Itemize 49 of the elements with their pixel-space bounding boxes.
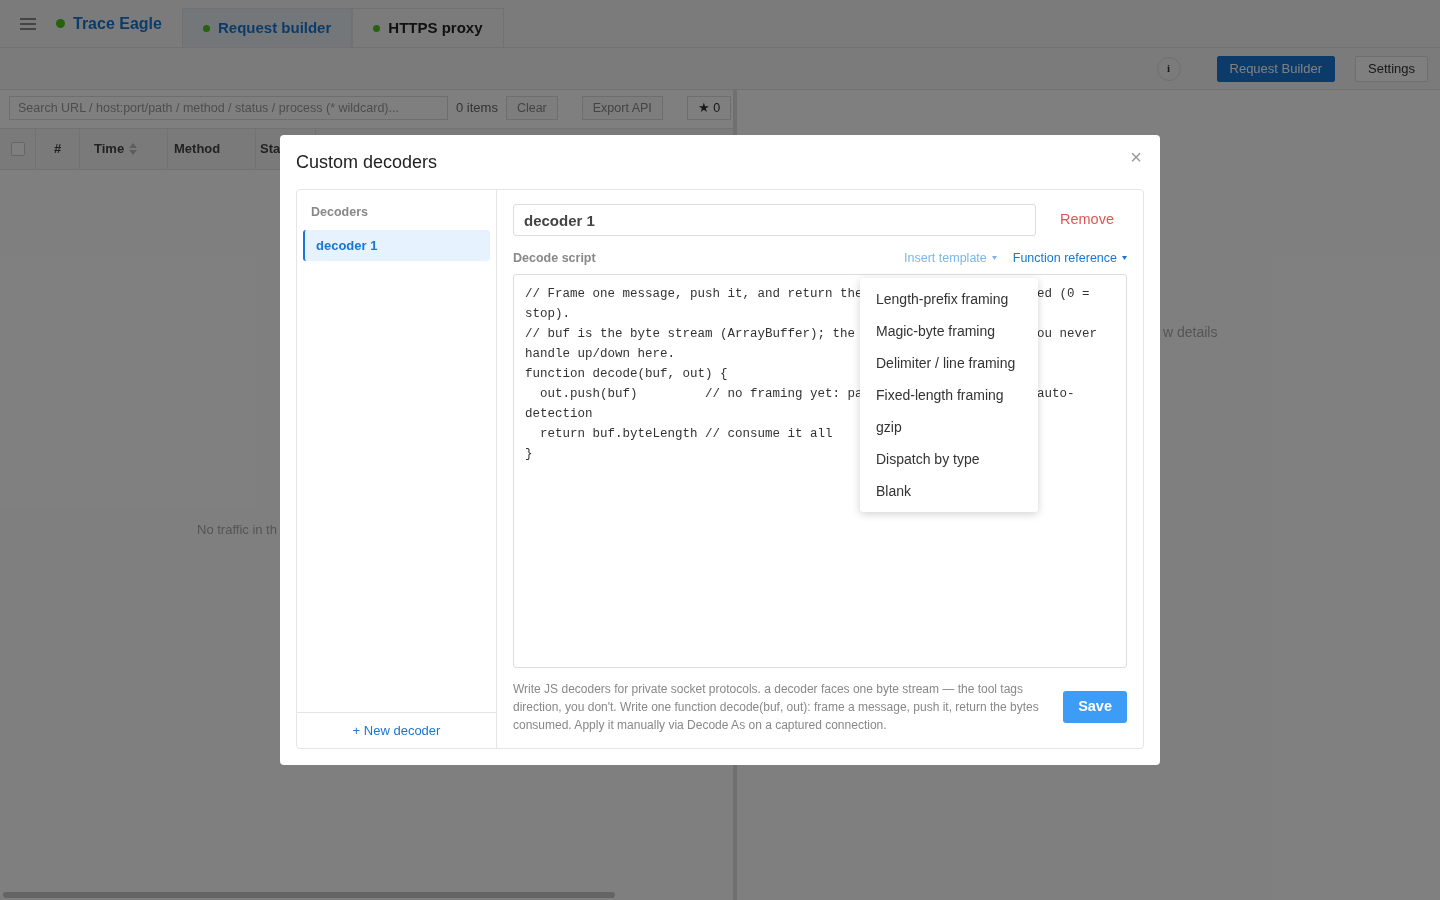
code-line: function decode(buf, out) {: [525, 367, 728, 381]
code-line: // buf is the byte stream (ArrayBuffer); the: [525, 327, 856, 341]
menu-item[interactable]: Length-prefix framing: [860, 283, 1038, 315]
code-line: detection: [525, 407, 593, 421]
caret-icon: [991, 256, 997, 260]
column-header[interactable]: Time: [94, 139, 125, 159]
save-button[interactable]: Save: [1063, 691, 1127, 723]
menu-icon: [19, 16, 37, 31]
field-label: Decode script: [513, 249, 596, 267]
name-field[interactable]: decoder 1: [513, 204, 1036, 236]
scrollbar[interactable]: [3, 892, 615, 898]
close-button[interactable]: ×: [1130, 147, 1142, 167]
menu-item[interactable]: Delimiter / line framing: [860, 347, 1038, 379]
toolbar-button[interactable]: Export API: [581, 96, 663, 120]
menu-item[interactable]: Fixed-length framing: [860, 379, 1038, 411]
menu-item[interactable]: gzip: [860, 411, 1038, 443]
code-line: stop).: [525, 307, 570, 321]
dropdown-link[interactable]: Insert template: [904, 248, 997, 268]
code-line: return buf.byteLength // consume it all: [539, 427, 833, 441]
toolbar-button[interactable]: Clear: [505, 96, 558, 120]
item-count: 0 items: [456, 99, 498, 118]
checkbox[interactable]: [10, 142, 25, 156]
tab[interactable]: Request builder: [181, 8, 353, 47]
dialog-title: Custom decoders: [296, 150, 438, 174]
sort-icon: [128, 142, 139, 156]
new-decoder-link[interactable]: + New decoder: [352, 720, 441, 741]
decoder-item[interactable]: decoder 1: [303, 229, 490, 261]
column-header[interactable]: Sta: [260, 139, 281, 159]
code-line: }: [525, 447, 533, 461]
remove-button[interactable]: Remove: [1060, 209, 1114, 231]
column-header[interactable]: Method: [174, 139, 221, 159]
code-line: ed (0 =: [1037, 286, 1090, 303]
menu-item[interactable]: Blank: [860, 475, 1038, 507]
column-header[interactable]: #: [53, 139, 62, 159]
code-line: ou never: [1037, 326, 1097, 343]
toolbar-button[interactable]: Settings: [1355, 55, 1428, 82]
caret-icon: [1122, 256, 1127, 260]
starred-button[interactable]: ★ 0: [686, 96, 732, 120]
toolbar-button[interactable]: Request Builder: [1216, 55, 1335, 82]
app-title: Trace Eagle: [73, 13, 162, 34]
help-text: Write JS decoders for private socket protocols. a decoder faces one byte stream — the tool tags direction, you don't. Write one function decode(buf, out): frame a message, push it, return the bytes consumed. Apply it manually via Decode As on a captured connection.: [513, 681, 1040, 734]
dropdown-link[interactable]: Function reference: [1012, 248, 1127, 268]
menu-item[interactable]: Dispatch by type: [860, 443, 1038, 475]
sidebar-heading: Decoders: [310, 204, 369, 221]
code-line: auto-: [1037, 386, 1075, 403]
code-editor[interactable]: [513, 274, 1127, 668]
tab[interactable]: HTTPS proxy: [352, 8, 504, 47]
menu-item[interactable]: Magic-byte framing: [860, 315, 1038, 347]
code-line: handle up/down here.: [525, 347, 676, 361]
